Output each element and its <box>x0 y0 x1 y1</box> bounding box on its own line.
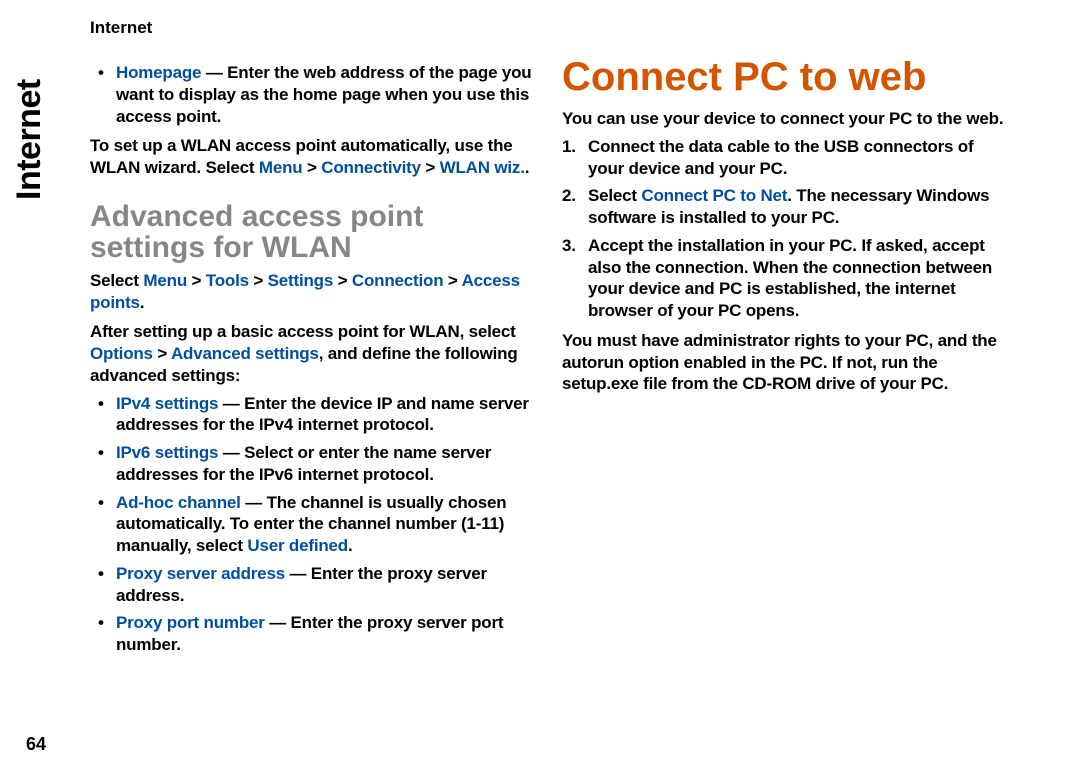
list-item: Homepage — Enter the web address of the … <box>90 62 538 127</box>
body-text: . <box>348 536 353 555</box>
keyword-ipv6-settings: IPv6 settings <box>116 443 218 462</box>
running-header: Internet <box>90 18 152 38</box>
wlan-wizard-paragraph: To set up a WLAN access point automatica… <box>90 135 538 179</box>
list-item: Accept the installation in your PC. If a… <box>562 235 1010 322</box>
body-text: After setting up a basic access point fo… <box>90 322 516 341</box>
list-item: IPv4 settings — Enter the device IP and … <box>90 393 538 437</box>
content-columns: Homepage — Enter the web address of the … <box>90 56 1030 662</box>
keyword-connection: Connection <box>352 271 444 290</box>
path-separator: > <box>249 271 268 290</box>
advanced-settings-list: IPv4 settings — Enter the device IP and … <box>90 393 538 656</box>
list-item: Proxy port number — Enter the proxy serv… <box>90 612 538 656</box>
keyword-menu: Menu <box>143 271 187 290</box>
path-separator: > <box>302 158 321 177</box>
list-item: Select Connect PC to Net. The necessary … <box>562 185 1010 229</box>
list-item: Connect the data cable to the USB connec… <box>562 136 1010 180</box>
list-item: Ad-hoc channel — The channel is usually … <box>90 492 538 557</box>
keyword-advanced-settings: Advanced settings <box>171 344 319 363</box>
path-separator: > <box>153 344 171 363</box>
heading-advanced-ap-wlan: Advanced access point settings for WLAN <box>90 201 538 264</box>
keyword-homepage: Homepage <box>116 63 201 82</box>
path-separator: > <box>421 158 440 177</box>
connect-steps-list: Connect the data cable to the USB connec… <box>562 136 1010 322</box>
list-item: Proxy server address — Enter the proxy s… <box>90 563 538 607</box>
menu-path-paragraph: Select Menu > Tools > Settings > Connect… <box>90 270 538 314</box>
right-column: Connect PC to web You can use your devic… <box>562 56 1010 662</box>
keyword-connect-pc-to-net: Connect PC to Net <box>641 186 787 205</box>
page-number: 64 <box>26 734 46 755</box>
body-text: Select <box>90 271 143 290</box>
path-separator: > <box>333 271 352 290</box>
body-text: . <box>140 293 145 312</box>
manual-page: Internet Internet 64 Homepage — Enter th… <box>0 0 1080 779</box>
keyword-connectivity: Connectivity <box>321 158 421 177</box>
body-text: . <box>525 158 530 177</box>
connect-intro-paragraph: You can use your device to connect your … <box>562 108 1010 130</box>
keyword-proxy-port-number: Proxy port number <box>116 613 265 632</box>
left-column: Homepage — Enter the web address of the … <box>90 56 538 662</box>
admin-rights-paragraph: You must have administrator rights to yo… <box>562 330 1010 395</box>
keyword-adhoc-channel: Ad-hoc channel <box>116 493 241 512</box>
keyword-options: Options <box>90 344 153 363</box>
keyword-proxy-server-address: Proxy server address <box>116 564 285 583</box>
advanced-intro-paragraph: After setting up a basic access point fo… <box>90 321 538 386</box>
keyword-wlan-wiz: WLAN wiz. <box>440 158 525 177</box>
homepage-bullet-list: Homepage — Enter the web address of the … <box>90 62 538 127</box>
keyword-menu: Menu <box>259 158 303 177</box>
body-text: Select <box>588 186 641 205</box>
keyword-settings: Settings <box>268 271 333 290</box>
side-section-label: Internet <box>10 79 49 200</box>
path-separator: > <box>443 271 461 290</box>
keyword-user-defined: User defined <box>247 536 348 555</box>
path-separator: > <box>187 271 206 290</box>
keyword-tools: Tools <box>206 271 249 290</box>
heading-connect-pc-to-web: Connect PC to web <box>562 56 1010 98</box>
list-item: IPv6 settings — Select or enter the name… <box>90 442 538 486</box>
keyword-ipv4-settings: IPv4 settings <box>116 394 218 413</box>
